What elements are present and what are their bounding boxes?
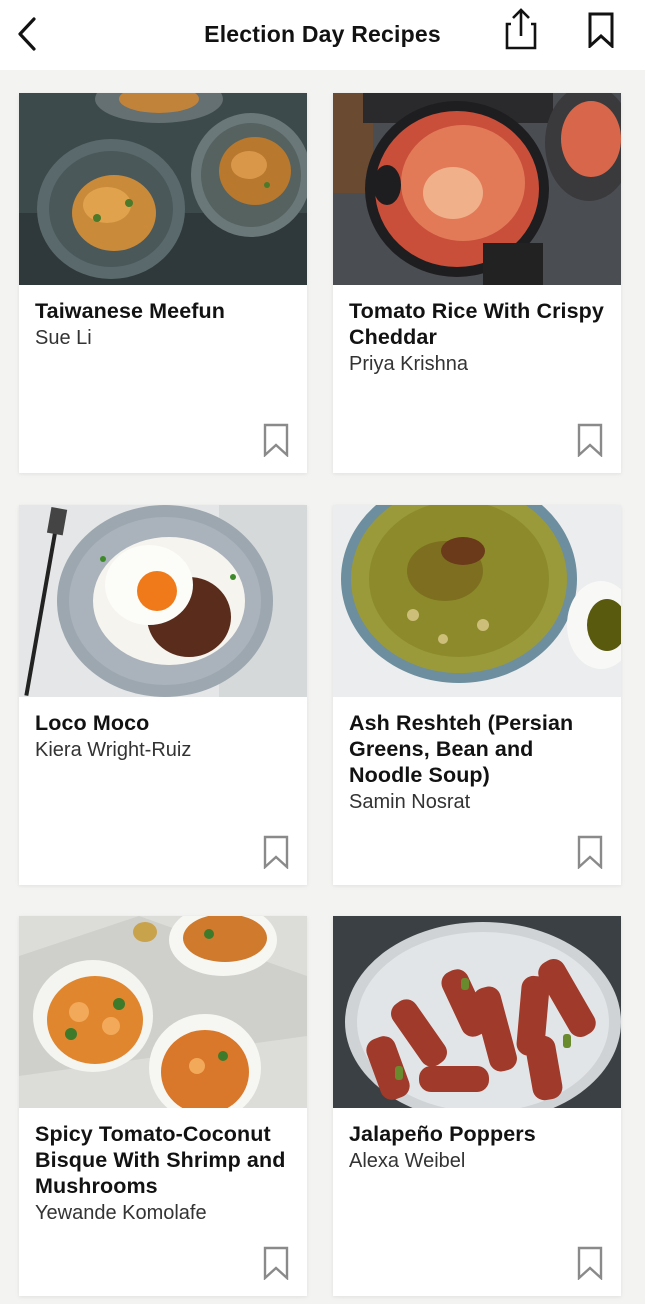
recipe-image (333, 93, 621, 285)
recipe-title: Loco Moco (35, 711, 150, 735)
recipe-image (19, 505, 307, 697)
recipe-image (19, 916, 307, 1108)
recipe-card[interactable]: Taiwanese Meefun Sue Li (19, 93, 307, 473)
recipe-author: Priya Krishna (349, 353, 468, 375)
recipe-title: Jalapeño Poppers (349, 1122, 536, 1146)
bookmark-icon (263, 1246, 289, 1280)
save-recipe-button[interactable] (261, 1244, 291, 1282)
save-recipe-button[interactable] (261, 833, 291, 871)
share-button[interactable] (500, 4, 542, 52)
recipe-card[interactable]: Tomato Rice With Crispy Cheddar Priya Kr… (333, 93, 621, 473)
share-icon (505, 8, 537, 50)
bookmark-icon (588, 12, 614, 48)
bookmark-icon (577, 1246, 603, 1280)
recipe-image (19, 93, 307, 285)
recipe-info: Ash Reshteh (Persian Greens, Bean and No… (349, 710, 609, 815)
recipe-author: Kiera Wright-Ruiz (35, 739, 192, 761)
recipe-author: Yewande Komolafe (35, 1202, 207, 1224)
recipe-title: Tomato Rice With Crispy Cheddar (349, 299, 604, 349)
save-recipe-button[interactable] (261, 421, 291, 459)
recipe-author: Samin Nosrat (349, 791, 471, 813)
recipe-card[interactable]: Ash Reshteh (Persian Greens, Bean and No… (333, 505, 621, 885)
recipe-image (333, 916, 621, 1108)
recipe-author: Sue Li (35, 327, 92, 349)
bookmark-icon (263, 835, 289, 869)
recipe-info: Spicy Tomato-Coconut Bisque With Shrimp … (35, 1121, 295, 1226)
header-bar: Election Day Recipes (0, 0, 645, 70)
recipe-info: Jalapeño Poppers Alexa Weibel (349, 1121, 609, 1174)
recipe-title: Spicy Tomato-Coconut Bisque With Shrimp … (35, 1122, 286, 1198)
save-collection-button[interactable] (582, 8, 620, 52)
recipe-author: Alexa Weibel (349, 1150, 466, 1172)
page-title: Election Day Recipes (204, 21, 441, 47)
recipe-info: Taiwanese Meefun Sue Li (35, 298, 295, 351)
recipe-title: Taiwanese Meefun (35, 299, 225, 323)
bookmark-icon (263, 423, 289, 457)
bookmark-icon (577, 423, 603, 457)
recipe-card[interactable]: Spicy Tomato-Coconut Bisque With Shrimp … (19, 916, 307, 1296)
recipe-info: Loco Moco Kiera Wright-Ruiz (35, 710, 295, 763)
save-recipe-button[interactable] (575, 833, 605, 871)
bookmark-icon (577, 835, 603, 869)
recipe-info: Tomato Rice With Crispy Cheddar Priya Kr… (349, 298, 609, 377)
recipe-card[interactable]: Jalapeño Poppers Alexa Weibel (333, 916, 621, 1296)
recipe-title: Ash Reshteh (Persian Greens, Bean and No… (349, 711, 574, 787)
recipe-card[interactable]: Loco Moco Kiera Wright-Ruiz (19, 505, 307, 885)
save-recipe-button[interactable] (575, 1244, 605, 1282)
recipe-image (333, 505, 621, 697)
save-recipe-button[interactable] (575, 421, 605, 459)
